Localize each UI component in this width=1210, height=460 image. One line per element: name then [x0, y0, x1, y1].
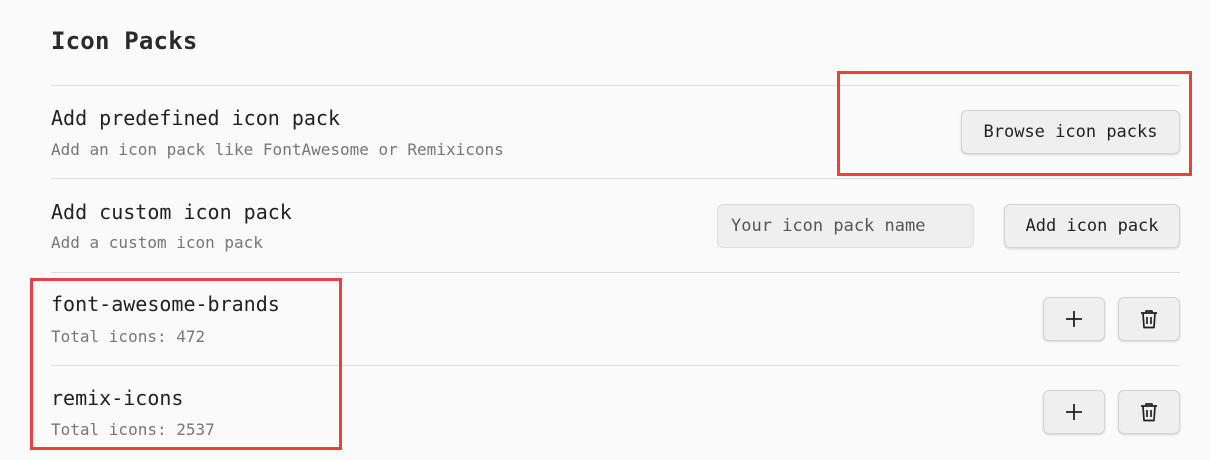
plus-icon [1066, 404, 1082, 420]
page-title: Icon Packs [51, 27, 198, 55]
predefined-pack-description: Add an icon pack like FontAwesome or Rem… [51, 140, 504, 159]
predefined-pack-title: Add predefined icon pack [51, 106, 340, 130]
delete-pack-button[interactable] [1118, 297, 1180, 341]
custom-pack-description: Add a custom icon pack [51, 233, 263, 252]
icon-pack-name-input[interactable] [717, 204, 974, 248]
divider [51, 365, 1180, 366]
pack-total-icons: Total icons: 2537 [51, 420, 215, 439]
plus-icon [1066, 311, 1082, 327]
divider [51, 178, 1180, 179]
divider [51, 272, 1180, 273]
pack-name: font-awesome-brands [51, 292, 280, 316]
pack-total-icons: Total icons: 472 [51, 327, 206, 346]
add-icon-pack-button[interactable]: Add icon pack [1004, 204, 1180, 248]
delete-pack-button[interactable] [1118, 390, 1180, 434]
divider [51, 85, 1180, 86]
icon-packs-settings: Icon Packs Add predefined icon pack Add … [0, 0, 1210, 460]
trash-icon [1141, 403, 1157, 422]
trash-icon [1141, 310, 1157, 329]
pack-name: remix-icons [51, 386, 184, 410]
browse-icon-packs-button[interactable]: Browse icon packs [961, 110, 1180, 154]
add-icon-button[interactable] [1043, 297, 1105, 341]
add-icon-button[interactable] [1043, 390, 1105, 434]
custom-pack-title: Add custom icon pack [51, 200, 292, 224]
